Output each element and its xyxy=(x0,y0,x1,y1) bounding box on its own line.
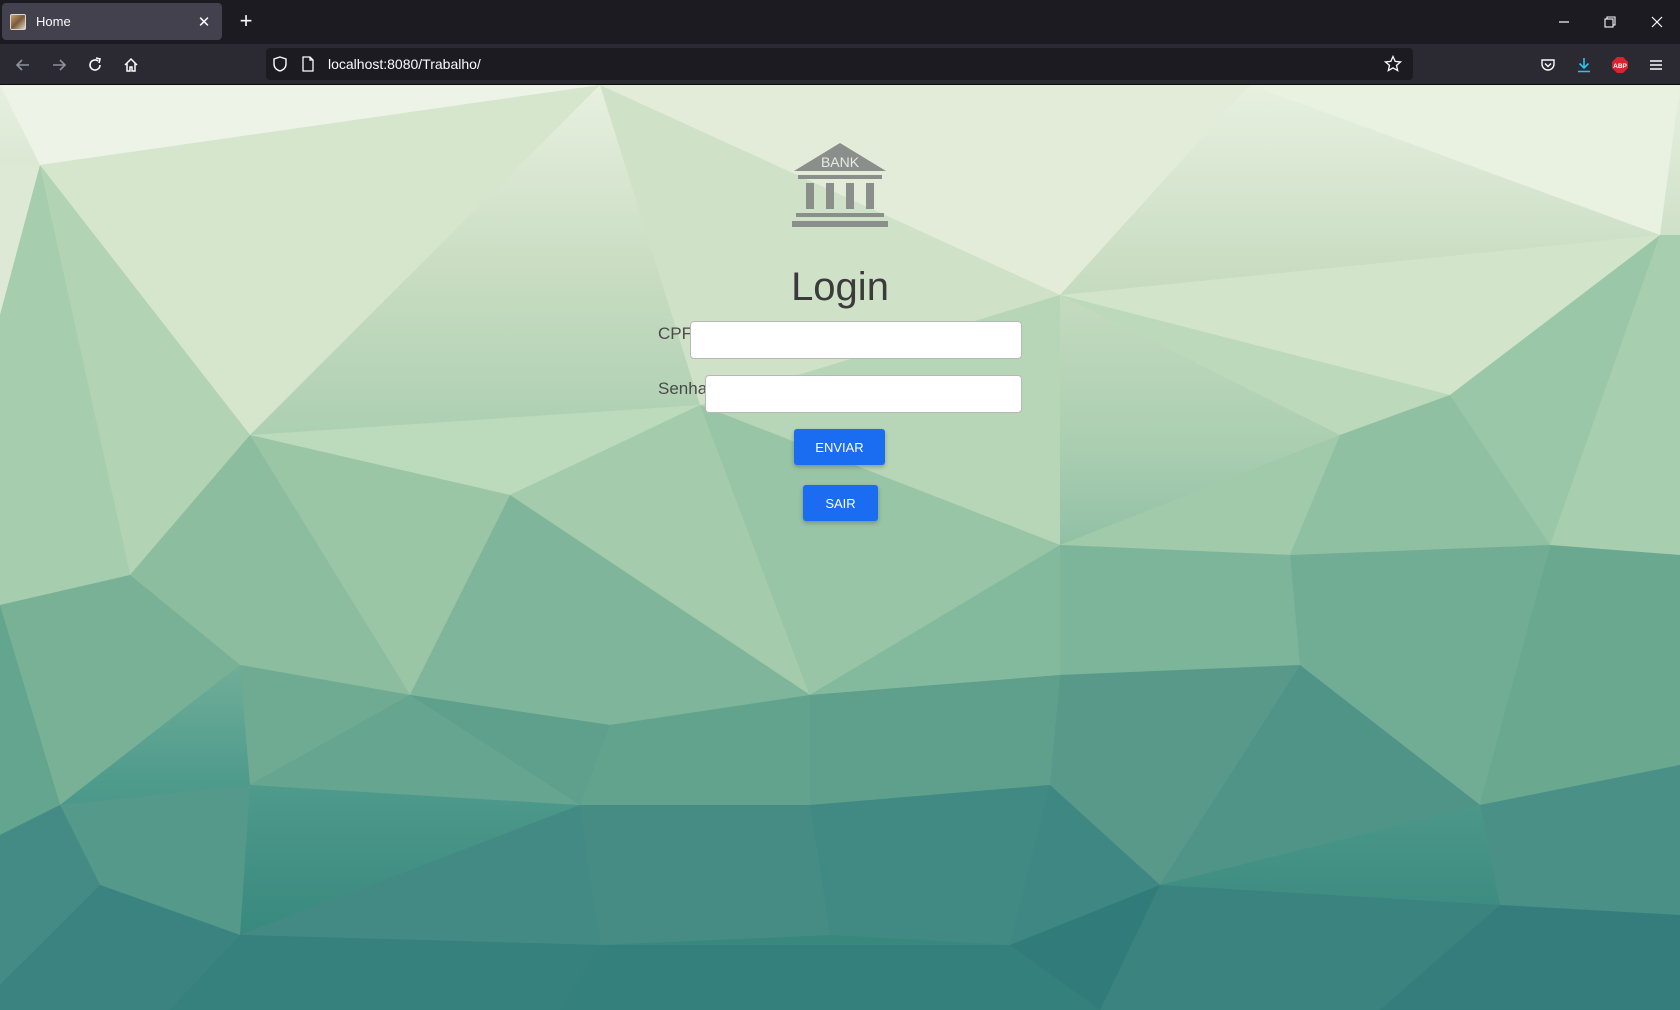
new-tab-button[interactable]: + xyxy=(234,10,258,34)
submit-button[interactable]: ENVIAR xyxy=(794,429,885,465)
restore-icon xyxy=(1604,16,1616,28)
close-window-button[interactable] xyxy=(1634,0,1680,44)
pocket-icon xyxy=(1541,59,1555,71)
back-button[interactable] xyxy=(8,50,38,80)
page-title: Login xyxy=(791,265,889,309)
page-info-icon[interactable] xyxy=(294,50,322,78)
logo-text: BANK xyxy=(821,154,860,170)
minimize-button[interactable] xyxy=(1541,0,1587,44)
tracking-shield-icon[interactable] xyxy=(266,50,294,78)
cpf-label: CPF xyxy=(658,324,692,343)
tab-title: Home xyxy=(36,14,71,29)
home-button[interactable] xyxy=(116,50,146,80)
login-form: BANK Login CPF Senha ENVIAR SAIR xyxy=(0,85,1680,1010)
exit-button[interactable]: SAIR xyxy=(803,485,878,521)
bank-building-icon: BANK xyxy=(792,143,888,227)
cpf-input[interactable] xyxy=(690,321,1022,359)
back-arrow-icon xyxy=(15,59,29,71)
url-text[interactable]: localhost:8080/Trabalho/ xyxy=(322,56,1379,72)
reload-icon xyxy=(89,57,101,71)
navigation-toolbar: localhost:8080/Trabalho/ ABP xyxy=(0,44,1680,85)
tab-close-icon[interactable]: ✕ xyxy=(194,12,214,32)
menu-icon xyxy=(1650,60,1662,70)
pocket-button[interactable] xyxy=(1533,50,1563,80)
password-input[interactable] xyxy=(705,375,1022,413)
forward-arrow-icon xyxy=(53,59,67,71)
bookmark-star-icon[interactable] xyxy=(1379,50,1407,78)
adblock-icon: ABP xyxy=(1612,57,1628,73)
reload-button[interactable] xyxy=(80,50,110,80)
page-favicon-icon xyxy=(10,13,26,30)
tab-strip: Home ✕ + xyxy=(0,0,1680,44)
forward-button[interactable] xyxy=(44,50,74,80)
close-icon xyxy=(1651,16,1663,28)
password-label: Senha xyxy=(658,379,708,398)
browser-tab[interactable]: Home ✕ xyxy=(2,3,222,40)
restore-button[interactable] xyxy=(1587,0,1633,44)
adblock-button[interactable]: ABP xyxy=(1605,50,1635,80)
app-menu-button[interactable] xyxy=(1641,50,1671,80)
home-icon xyxy=(124,57,138,72)
download-icon xyxy=(1578,58,1590,73)
page-viewport: BANK Login CPF Senha ENVIAR SAIR xyxy=(0,85,1680,1010)
address-bar[interactable]: localhost:8080/Trabalho/ xyxy=(266,48,1413,80)
downloads-button[interactable] xyxy=(1569,50,1599,80)
minimize-icon xyxy=(1559,21,1569,23)
svg-text:ABP: ABP xyxy=(1613,63,1627,70)
